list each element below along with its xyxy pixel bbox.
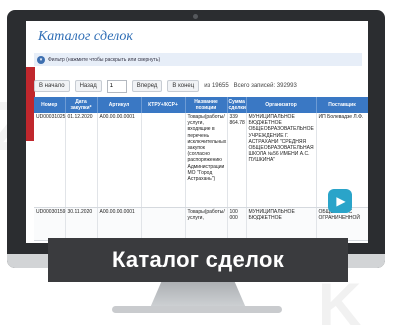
column-header[interactable]: КТРУ+/КСР+ [141,97,186,113]
table-cell: 339 864.78 [227,113,247,208]
play-icon: ▶ [336,194,346,208]
table-cell: UD00030159 [34,207,66,241]
monitor-stand-base [112,306,282,313]
monitor-frame: Каталог сделок ▾ Фильтр (нажмите чтобы р… [7,10,385,268]
column-header[interactable]: Организатор [246,97,317,113]
last-page-button[interactable]: В конец [167,80,200,92]
table-cell: МУНИЦИПАЛЬНОЕ БЮДЖЕТНОЕ ОБЩЕОБРАЗОВАТЕЛЬ… [246,113,317,208]
table-cell: Товары(работы/ услуги, [185,207,228,241]
page-number-input[interactable] [106,79,127,93]
page-count: из 19655 [204,83,229,89]
column-header[interactable]: Поставщик [316,97,368,113]
total-records: Всего записей: 392993 [233,83,297,89]
table-cell: 100 000 [227,207,247,241]
next-page-button[interactable]: Вперед [131,80,163,92]
caption-text: Каталог сделок [111,247,285,272]
first-page-button[interactable]: В начало [34,80,70,92]
prev-page-button[interactable]: Назад [74,80,102,92]
table-row[interactable]: UD00030159 30.11.2020 A00.00.00.0001 Тов… [34,207,368,241]
pager: В начало Назад Вперед В конец из 19655 В… [34,79,364,93]
table-header-row: Номер Дата закупки* Артикул КТРУ+/КСР+ Н… [34,97,368,113]
deals-table: Номер Дата закупки* Артикул КТРУ+/КСР+ Н… [34,97,368,241]
table-cell [141,113,186,208]
filter-text: Фильтр (нажмите чтобы раскрыть или сверн… [48,56,161,63]
monitor-screen: Каталог сделок ▾ Фильтр (нажмите чтобы р… [26,21,368,243]
play-button[interactable]: ▶ [328,189,352,213]
table-cell: UD00031025 [34,113,66,208]
page-title: Каталог сделок [38,29,133,44]
column-header[interactable]: Сумма сделки [227,97,247,113]
table-cell: МУНИЦИПАЛЬНОЕ БЮДЖЕТНОЕ [246,207,317,241]
table-cell: A00.00.00.0001 [97,207,142,241]
table-row[interactable]: UD00031025 01.12.2020 A00.00.00.0001 Тов… [34,113,368,208]
filter-icon: ▾ [37,55,45,64]
column-header[interactable]: Название позиции [185,97,228,113]
table-cell [141,207,186,241]
table-cell: 30.11.2020 [65,207,98,241]
table-cell: A00.00.00.0001 [97,113,142,208]
column-header[interactable]: Номер [34,97,66,113]
table-cell: Товары(работы/ услуги, входящие в перече… [185,113,228,208]
camera-dot [193,14,198,19]
column-header[interactable]: Артикул [97,97,142,113]
filter-bar[interactable]: ▾ Фильтр (нажмите чтобы раскрыть или све… [34,53,362,66]
caption-banner: Каталог сделок [48,238,348,282]
column-header[interactable]: Дата закупки* [65,97,98,113]
table-cell: 01.12.2020 [65,113,98,208]
